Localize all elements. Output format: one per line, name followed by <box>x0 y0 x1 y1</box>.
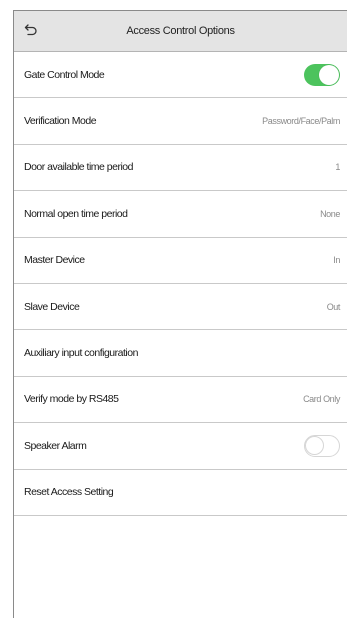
row-label: Normal open time period <box>24 207 128 220</box>
verification-mode-row[interactable]: Verification Mode Password/Face/Palm <box>14 98 347 145</box>
row-label: Reset Access Setting <box>24 486 114 499</box>
row-value: Out <box>326 301 341 312</box>
reset-access-setting-row[interactable]: Reset Access Setting <box>14 470 347 516</box>
header-bar: Access Control Options <box>14 11 347 52</box>
verify-mode-rs485-row[interactable]: Verify mode by RS485 Card Only <box>14 377 347 424</box>
door-available-time-period-row[interactable]: Door available time period 1 <box>14 145 347 192</box>
row-label: Door available time period <box>24 161 133 174</box>
row-value: None <box>320 208 340 219</box>
back-arrow-icon <box>24 24 37 36</box>
row-value: Card Only <box>303 394 340 405</box>
auxiliary-input-configuration-row[interactable]: Auxiliary input configuration <box>14 330 347 377</box>
slave-device-row[interactable]: Slave Device Out <box>14 284 347 331</box>
row-label: Verify mode by RS485 <box>24 393 119 406</box>
toggle-knob <box>319 64 339 85</box>
speaker-alarm-toggle[interactable] <box>304 434 340 457</box>
row-label: Master Device <box>24 254 85 267</box>
normal-open-time-period-row[interactable]: Normal open time period None <box>14 191 347 238</box>
row-label: Gate Control Mode <box>24 68 105 81</box>
speaker-alarm-row[interactable]: Speaker Alarm <box>14 423 347 470</box>
row-value: In <box>333 255 340 266</box>
back-button[interactable] <box>20 19 42 41</box>
row-label: Verification Mode <box>24 115 97 128</box>
master-device-row[interactable]: Master Device In <box>14 238 347 284</box>
page-title: Access Control Options <box>126 25 235 37</box>
gate-control-mode-toggle[interactable] <box>304 63 340 86</box>
toggle-knob <box>305 435 324 455</box>
gate-control-mode-row[interactable]: Gate Control Mode <box>14 52 347 99</box>
row-value: Password/Face/Palm <box>262 116 340 127</box>
row-value: 1 <box>335 162 340 173</box>
app-frame: Access Control Options Gate Control Mode… <box>13 10 347 618</box>
row-label: Slave Device <box>24 300 80 313</box>
row-label: Auxiliary input configuration <box>24 347 138 360</box>
row-label: Speaker Alarm <box>24 439 87 452</box>
